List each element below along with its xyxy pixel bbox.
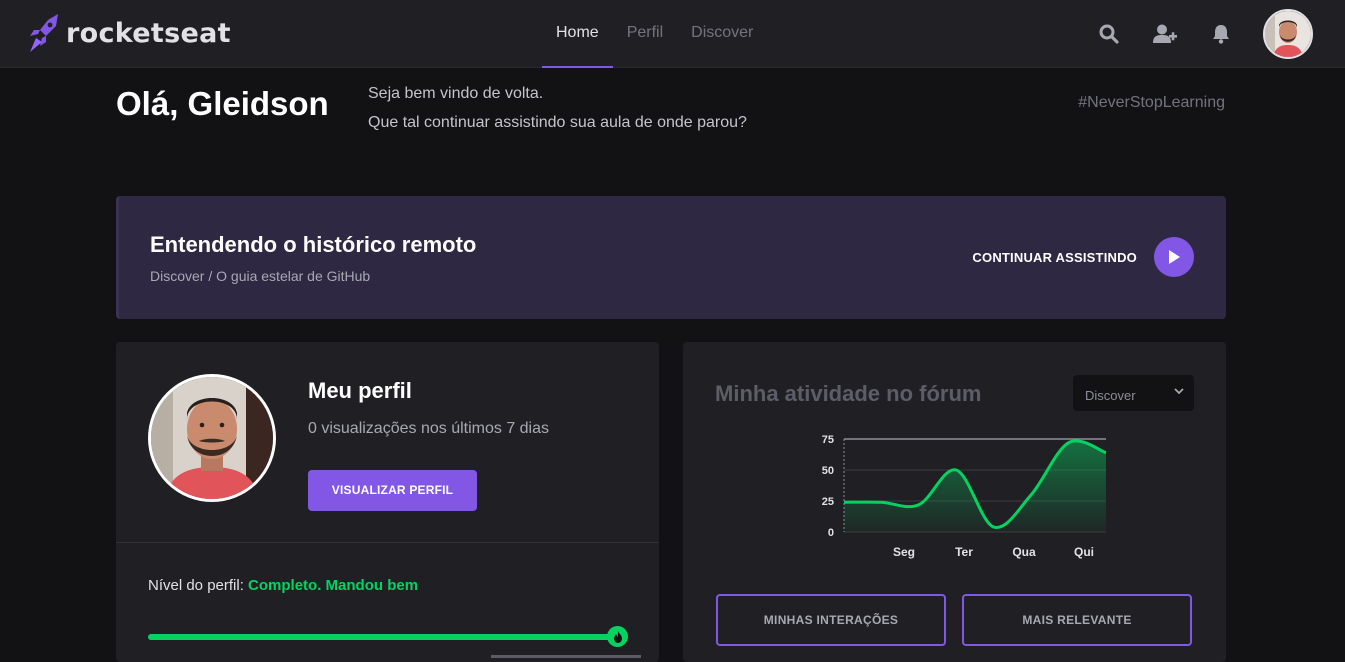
profile-title: Meu perfil: [308, 378, 412, 403]
chart-area-fill: [844, 440, 1106, 532]
chart-x-tick-label: Seg: [893, 545, 915, 559]
forum-filter-select[interactable]: Discover: [1073, 375, 1194, 411]
fire-icon: [613, 630, 622, 643]
divider: [116, 542, 659, 543]
profile-avatar: [148, 374, 276, 502]
nav-perfil[interactable]: Perfil: [613, 0, 677, 68]
profile-level-status: Completo. Mandou bem: [248, 577, 419, 594]
view-profile-button[interactable]: VISUALIZAR PERFIL: [308, 470, 477, 511]
lesson-breadcrumb: Discover / O guia estelar de GitHub: [150, 268, 371, 284]
progress-knob: [607, 626, 628, 647]
nav-home[interactable]: Home: [542, 0, 613, 68]
profile-progress-fill: [148, 634, 618, 640]
user-avatar[interactable]: [1263, 9, 1313, 59]
forum-title: Minha atividade no fórum: [715, 381, 982, 406]
profile-level-label: Nível do perfil:: [148, 577, 249, 594]
search-icon[interactable]: [1095, 20, 1123, 48]
chart-x-tick-label: Qua: [1012, 545, 1036, 559]
greeting-line-1: Seja bem vindo de volta.: [368, 85, 544, 102]
profile-card: Meu perfil 0 visualizações nos últimos 7…: [116, 342, 659, 662]
greeting-line-2: Que tal continuar assistindo sua aula de…: [368, 114, 747, 131]
chart-y-tick-label: 25: [822, 496, 834, 508]
greeting-title: Olá, Gleidson: [116, 85, 329, 122]
profile-views: 0 visualizações nos últimos 7 dias: [308, 420, 550, 437]
main-nav: Home Perfil Discover: [542, 0, 767, 68]
greeting-subtitle: Seja bem vindo de volta. Que tal continu…: [368, 79, 747, 137]
chart-x-tick-label: Ter: [955, 545, 973, 559]
chart-y-tick-label: 50: [822, 465, 834, 477]
rocketseat-logo[interactable]: rocketseat: [28, 14, 231, 52]
header-actions: [1081, 9, 1313, 59]
profile-progress-bar: [148, 626, 628, 647]
bell-icon[interactable]: [1207, 20, 1235, 48]
logo-text: rocketseat: [66, 17, 231, 49]
lesson-title: Entendendo o histórico remoto: [150, 232, 477, 257]
chart-y-tick-label: 0: [828, 527, 834, 539]
chart-x-tick-label: Qui: [1074, 545, 1094, 559]
profile-level: Nível do perfil: Completo. Mandou bem: [148, 577, 418, 594]
nav-discover[interactable]: Discover: [677, 0, 767, 68]
forum-activity-chart: 0 25 50 75 Seg Ter Qua Qui: [822, 434, 1107, 559]
chart-y-tick-label: 75: [822, 434, 834, 446]
add-user-icon[interactable]: [1151, 20, 1179, 48]
play-icon[interactable]: [1154, 237, 1194, 277]
rocket-icon: [30, 14, 58, 52]
continue-watching-card: Entendendo o histórico remoto Discover /…: [116, 196, 1226, 319]
my-interactions-button[interactable]: MINHAS INTERAÇÕES: [716, 594, 946, 646]
most-relevant-button[interactable]: MAIS RELEVANTE: [962, 594, 1192, 646]
chevron-down-icon: [1174, 388, 1184, 395]
continue-watching-button[interactable]: CONTINUAR ASSISTINDO: [972, 237, 1194, 277]
continue-watching-label: CONTINUAR ASSISTINDO: [972, 249, 1137, 265]
forum-activity-card: Minha atividade no fórum Discover 0 25 50 7…: [683, 342, 1226, 662]
top-navbar: rocketseat Home Perfil Discover: [0, 0, 1345, 68]
forum-filter-value: Discover: [1085, 388, 1136, 403]
hashtag: #NeverStopLearning: [1078, 94, 1225, 111]
